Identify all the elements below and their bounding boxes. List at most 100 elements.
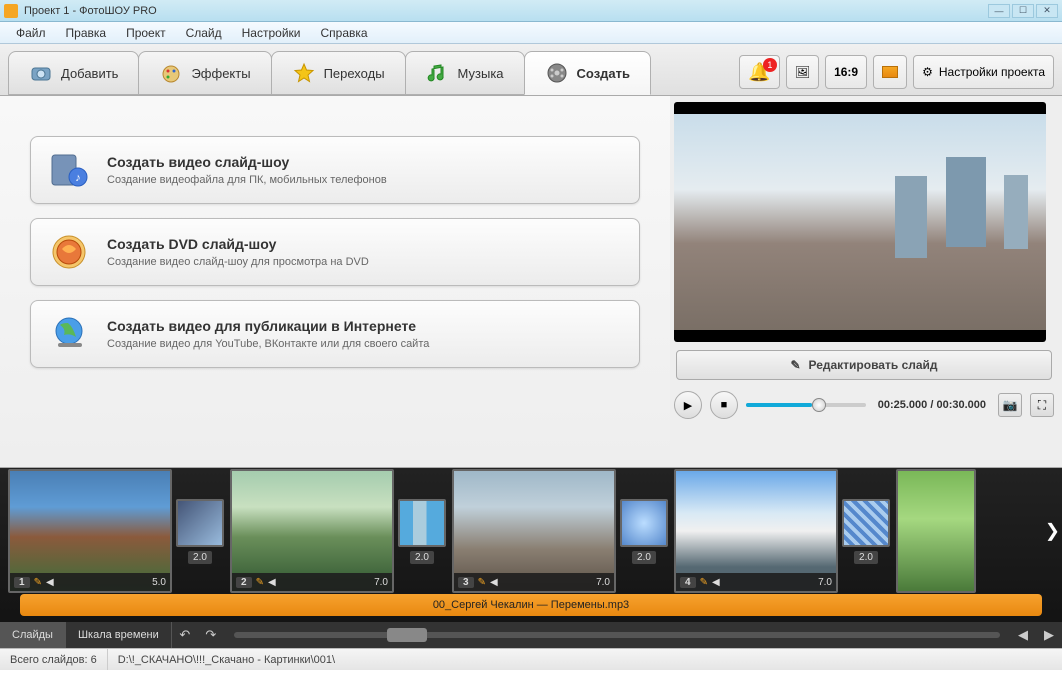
slide-thumb[interactable]: 3 ✎ ◀ 7.0 (452, 469, 616, 593)
seek-bar[interactable] (746, 403, 866, 407)
fullscreen-button[interactable]: ⛶ (1030, 393, 1054, 417)
create-video-button[interactable]: ♪ Создать видео слайд-шоу Создание видео… (30, 136, 640, 204)
menu-project[interactable]: Проект (118, 23, 174, 43)
create-dvd-button[interactable]: Создать DVD слайд-шоу Создание видео сла… (30, 218, 640, 286)
timeline-tab-timeline[interactable]: Шкала времени (66, 622, 172, 648)
tab-music[interactable]: Музыка (405, 51, 525, 95)
redo-button[interactable]: ↷ (198, 622, 224, 648)
menu-help[interactable]: Справка (312, 23, 375, 43)
slide-duration: 7.0 (818, 577, 832, 588)
tab-add[interactable]: Добавить (8, 51, 139, 95)
transition-thumb-2[interactable]: 2.0 (398, 499, 446, 564)
slide-duration: 7.0 (374, 577, 388, 588)
create-internet-button[interactable]: Создать видео для публикации в Интернете… (30, 300, 640, 368)
prev-icon[interactable]: ◀ (490, 577, 498, 588)
pencil-icon: ✎ (790, 358, 800, 372)
play-button[interactable]: ▶ (674, 391, 702, 419)
minimize-button[interactable]: — (988, 4, 1010, 18)
video-file-icon: ♪ (47, 148, 91, 192)
main-area: ♪ Создать видео слайд-шоу Создание видео… (0, 96, 1062, 468)
edit-icon[interactable]: ✎ (256, 577, 264, 588)
menu-bar: Файл Правка Проект Слайд Настройки Справ… (0, 22, 1062, 44)
slide-image (898, 471, 974, 591)
option-title: Создать видео слайд-шоу (107, 154, 387, 170)
slide-group-4: 4 ✎ ◀ 7.0 2.0 (674, 469, 890, 593)
edit-icon[interactable]: ✎ (700, 577, 708, 588)
tab-label: Переходы (324, 66, 385, 81)
time-display: 00:25.000 / 00:30.000 (874, 399, 990, 411)
zoom-out-button[interactable]: ◀ (1010, 622, 1036, 648)
option-desc: Создание видео для YouTube, ВКонтакте ил… (107, 338, 429, 350)
menu-edit[interactable]: Правка (58, 23, 115, 43)
status-path: D:\!_СКАЧАНО\!!!_Скачано - Картинки\001\ (108, 649, 1062, 670)
film-strip[interactable]: 1 ✎ ◀ 5.0 2.0 2 ✎ ◀ 7.0 (0, 468, 1062, 594)
edit-icon[interactable]: ✎ (34, 577, 42, 588)
create-panel: ♪ Создать видео слайд-шоу Создание видео… (0, 96, 670, 467)
tab-effects[interactable]: Эффекты (138, 51, 271, 95)
star-icon (292, 61, 316, 85)
slide-thumb[interactable]: 1 ✎ ◀ 5.0 (8, 469, 172, 593)
tab-create[interactable]: Создать (524, 51, 651, 95)
slide-number: 1 (14, 577, 30, 588)
close-button[interactable]: ✕ (1036, 4, 1058, 18)
window-title: Проект 1 - ФотоШОУ PRO (24, 5, 988, 17)
zoom-in-button[interactable]: ▶ (1036, 622, 1062, 648)
menu-settings[interactable]: Настройки (234, 23, 309, 43)
edit-icon[interactable]: ✎ (478, 577, 486, 588)
app-icon (4, 4, 18, 18)
timeline-tab-slides[interactable]: Слайды (0, 622, 66, 648)
slide-number: 2 (236, 577, 252, 588)
slide-thumb[interactable]: 2 ✎ ◀ 7.0 (230, 469, 394, 593)
tab-transitions[interactable]: Переходы (271, 51, 406, 95)
option-title: Создать DVD слайд-шоу (107, 236, 369, 252)
audio-track[interactable]: 00_Сергей Чекалин — Перемены.mp3 (20, 594, 1042, 616)
maximize-button[interactable]: ☐ (1012, 4, 1034, 18)
menu-file[interactable]: Файл (8, 23, 54, 43)
slide-thumb[interactable]: 4 ✎ ◀ 7.0 (674, 469, 838, 593)
tab-label: Добавить (61, 66, 118, 81)
globe-icon (47, 312, 91, 356)
zoom-thumb[interactable] (387, 628, 427, 642)
title-bar: Проект 1 - ФотоШОУ PRO — ☐ ✕ (0, 0, 1062, 22)
gear-icon: ⚙ (922, 65, 933, 79)
prev-icon[interactable]: ◀ (712, 577, 720, 588)
notifications-button[interactable]: 🔔1 (739, 55, 779, 89)
timeline: 1 ✎ ◀ 5.0 2.0 2 ✎ ◀ 7.0 (0, 468, 1062, 648)
gallery-button[interactable]: 🖼 (786, 55, 819, 89)
scroll-right-button[interactable]: ❯ (1045, 521, 1060, 542)
transition-thumb-3[interactable]: 2.0 (620, 499, 668, 564)
slide-duration: 7.0 (596, 577, 610, 588)
window-controls: — ☐ ✕ (988, 4, 1058, 18)
playback-controls: ▶ ■ 00:25.000 / 00:30.000 📷 ⛶ (674, 390, 1054, 420)
seek-progress (746, 403, 812, 407)
transition-thumb-4[interactable]: 2.0 (842, 499, 890, 564)
edit-slide-button[interactable]: ✎ Редактировать слайд (676, 350, 1052, 380)
seek-thumb[interactable] (812, 398, 826, 412)
undo-button[interactable]: ↶ (172, 622, 198, 648)
aspect-ratio-button[interactable]: 16:9 (825, 55, 867, 89)
transition-preview (842, 499, 890, 547)
slide-group-2: 2 ✎ ◀ 7.0 2.0 (230, 469, 446, 593)
menu-slide[interactable]: Слайд (178, 23, 230, 43)
slide-number: 4 (680, 577, 696, 588)
transition-duration: 2.0 (854, 551, 878, 564)
option-desc: Создание видеофайла для ПК, мобильных те… (107, 174, 387, 186)
svg-text:♪: ♪ (75, 172, 81, 184)
images-icon: 🖼 (795, 65, 810, 79)
project-settings-button[interactable]: ⚙ Настройки проекта (913, 55, 1054, 89)
prev-icon[interactable]: ◀ (46, 577, 54, 588)
transition-duration: 2.0 (632, 551, 656, 564)
music-icon (426, 61, 450, 85)
slide-thumb[interactable] (896, 469, 976, 593)
stop-button[interactable]: ■ (710, 391, 738, 419)
zoom-slider[interactable] (234, 632, 1000, 638)
slide-group-5 (896, 469, 976, 593)
tab-label: Создать (577, 66, 630, 81)
prev-icon[interactable]: ◀ (268, 577, 276, 588)
snapshot-button[interactable]: 📷 (998, 393, 1022, 417)
preview-viewport[interactable] (674, 102, 1046, 342)
preview-image (674, 114, 1046, 330)
transition-thumb-1[interactable]: 2.0 (176, 499, 224, 564)
edit-slide-label: Редактировать слайд (809, 358, 938, 372)
crop-button[interactable] (873, 55, 907, 89)
